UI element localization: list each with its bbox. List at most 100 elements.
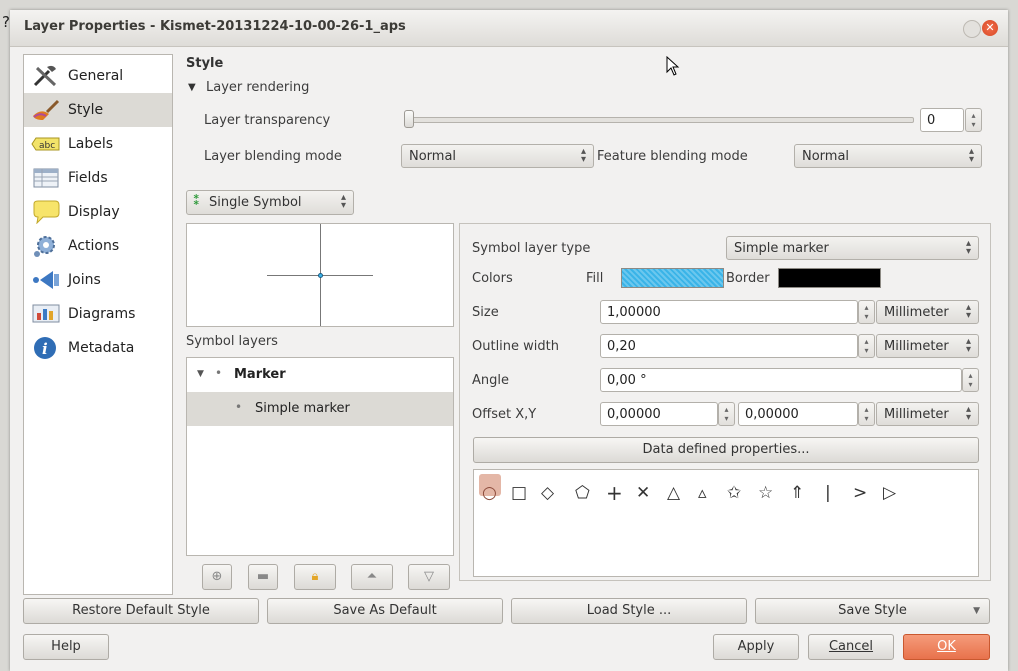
- expand-triangle-icon[interactable]: ▼: [197, 369, 204, 379]
- move-down-icon: ▽: [424, 569, 434, 584]
- lock-layer-button[interactable]: 🔒︎: [294, 564, 336, 590]
- outline-width-input[interactable]: 0,20: [600, 334, 858, 358]
- angle-input[interactable]: 0,00 °: [600, 368, 962, 392]
- feature-blending-select[interactable]: Normal ▴ ▾: [794, 144, 982, 168]
- layer-blending-select[interactable]: Normal ▴ ▾: [401, 144, 594, 168]
- bullet-icon: •: [215, 366, 223, 380]
- shape-square-icon[interactable]: □: [511, 484, 527, 502]
- outline-width-spinner[interactable]: ▴ ▾: [858, 334, 875, 358]
- shape-star-icon[interactable]: ✩: [727, 484, 741, 502]
- offset-x-input[interactable]: 0,00000: [600, 402, 718, 426]
- tree-item-marker[interactable]: ▼ • Marker: [187, 358, 453, 392]
- sidebar-item-label: General: [68, 68, 124, 84]
- close-button[interactable]: ✕: [982, 20, 998, 36]
- angle-label: Angle: [472, 373, 509, 388]
- sidebar-item-actions[interactable]: Actions: [24, 229, 172, 263]
- select-arrows-icon: ▴ ▾: [965, 404, 971, 423]
- layer-transparency-label: Layer transparency: [204, 113, 331, 128]
- symbol-layer-type-select[interactable]: Simple marker ▴ ▾: [726, 236, 979, 260]
- sidebar-item-labels[interactable]: abc Labels: [24, 127, 172, 161]
- remove-layer-icon: ▬: [256, 569, 270, 584]
- help-button[interactable]: Help: [23, 634, 109, 660]
- size-spinner[interactable]: ▴ ▾: [858, 300, 875, 324]
- symbol-layer-type-label: Symbol layer type: [472, 241, 591, 256]
- sidebar-item-label: Diagrams: [68, 306, 136, 322]
- cancel-button[interactable]: Cancel: [808, 634, 894, 660]
- shape-triangle-icon[interactable]: △: [667, 484, 680, 502]
- add-layer-button[interactable]: ⊕: [202, 564, 232, 590]
- select-arrows-icon: ▴ ▾: [965, 336, 971, 355]
- save-as-default-button[interactable]: Save As Default: [267, 598, 503, 624]
- sidebar-item-label: Labels: [68, 136, 114, 152]
- shape-arrowhead-icon[interactable]: >: [853, 484, 867, 502]
- restore-default-style-button[interactable]: Restore Default Style: [23, 598, 259, 624]
- transparency-slider-handle[interactable]: [404, 110, 414, 128]
- shape-pentagon-icon[interactable]: ⬠: [575, 484, 590, 502]
- diagram-icon: [32, 304, 60, 323]
- sidebar-item-label: Actions: [68, 238, 120, 254]
- transparency-input[interactable]: 0: [920, 108, 964, 132]
- mouse-pointer-icon: [666, 56, 680, 76]
- shape-equilateral-triangle-icon[interactable]: ▵: [698, 484, 707, 502]
- sidebar-item-general[interactable]: General: [24, 59, 172, 93]
- layer-rendering-header[interactable]: Layer rendering: [206, 80, 309, 95]
- save-style-button[interactable]: Save Style ▼: [755, 598, 990, 624]
- move-up-button[interactable]: ⏶: [351, 564, 393, 590]
- sidebar-item-display[interactable]: Display: [24, 195, 172, 229]
- outline-unit-select[interactable]: Millimeter ▴ ▾: [876, 334, 979, 358]
- shape-regular-star-icon[interactable]: ☆: [758, 484, 773, 502]
- sidebar-item-diagrams[interactable]: Diagrams: [24, 297, 172, 331]
- colors-label: Colors: [472, 271, 513, 286]
- simple-marker-label: Simple marker: [255, 401, 350, 416]
- transparency-slider-track[interactable]: [404, 117, 914, 123]
- tools-icon: [33, 65, 57, 87]
- remove-layer-button[interactable]: ▬: [248, 564, 278, 590]
- tree-item-simple-marker[interactable]: • Simple marker: [187, 392, 453, 426]
- dropdown-arrow-icon: ▼: [973, 606, 980, 616]
- shape-line-icon[interactable]: |: [825, 484, 831, 502]
- select-arrows-icon: ▴ ▾: [965, 302, 971, 321]
- symbol-preview: [186, 223, 454, 327]
- transparency-spinner[interactable]: ▴ ▾: [965, 108, 982, 132]
- fill-color-button[interactable]: [621, 268, 724, 288]
- offset-x-spinner[interactable]: ▴ ▾: [718, 402, 735, 426]
- size-unit-select[interactable]: Millimeter ▴ ▾: [876, 300, 979, 324]
- shape-diamond-icon[interactable]: ◇: [541, 484, 554, 502]
- size-input[interactable]: 1,00000: [600, 300, 858, 324]
- sidebar-item-label: Metadata: [68, 340, 135, 356]
- feature-blending-label: Feature blending mode: [597, 149, 748, 164]
- shape-cross-icon[interactable]: +: [606, 483, 623, 503]
- renderer-select[interactable]: ⁑ Single Symbol ▴ ▾: [186, 190, 354, 215]
- select-arrows-icon: ▴ ▾: [580, 146, 586, 165]
- border-color-button[interactable]: [778, 268, 881, 288]
- offset-y-input[interactable]: 0,00000: [738, 402, 858, 426]
- offset-label: Offset X,Y: [472, 407, 537, 422]
- symbol-layers-tree: ▼ • Marker • Simple marker: [186, 357, 454, 556]
- lock-icon: 🔒︎: [311, 569, 319, 584]
- offset-unit-select[interactable]: Millimeter ▴ ▾: [876, 402, 979, 426]
- ok-button[interactable]: OK: [903, 634, 990, 660]
- size-label: Size: [472, 305, 499, 320]
- maximize-button[interactable]: [963, 20, 981, 38]
- load-style-button[interactable]: Load Style ...: [511, 598, 747, 624]
- offset-y-spinner[interactable]: ▴ ▾: [858, 402, 875, 426]
- shape-arrow-icon[interactable]: ⇑: [790, 484, 804, 502]
- sidebar-item-style[interactable]: Style: [24, 93, 172, 127]
- table-icon: [33, 168, 59, 188]
- angle-spinner[interactable]: ▴ ▾: [962, 368, 979, 392]
- window-title: Layer Properties - Kismet-20131224-10-00…: [24, 19, 406, 34]
- fill-label: Fill: [586, 271, 604, 286]
- shape-x-icon[interactable]: ✕: [636, 484, 650, 502]
- sidebar-item-label: Style: [68, 102, 104, 118]
- move-down-button[interactable]: ▽: [408, 564, 450, 590]
- shape-filled-arrowhead-icon[interactable]: ▷: [883, 484, 896, 502]
- sidebar-item-fields[interactable]: Fields: [24, 161, 172, 195]
- sidebar-item-metadata[interactable]: i Metadata: [24, 331, 172, 365]
- sidebar-item-joins[interactable]: Joins: [24, 263, 172, 297]
- gear-icon: [34, 236, 55, 257]
- shape-circle-icon[interactable]: ○: [482, 484, 497, 502]
- collapse-triangle-icon[interactable]: ▼: [188, 82, 196, 93]
- svg-text:i: i: [42, 340, 48, 358]
- data-defined-properties-button[interactable]: Data defined properties...: [473, 437, 979, 463]
- apply-button[interactable]: Apply: [713, 634, 799, 660]
